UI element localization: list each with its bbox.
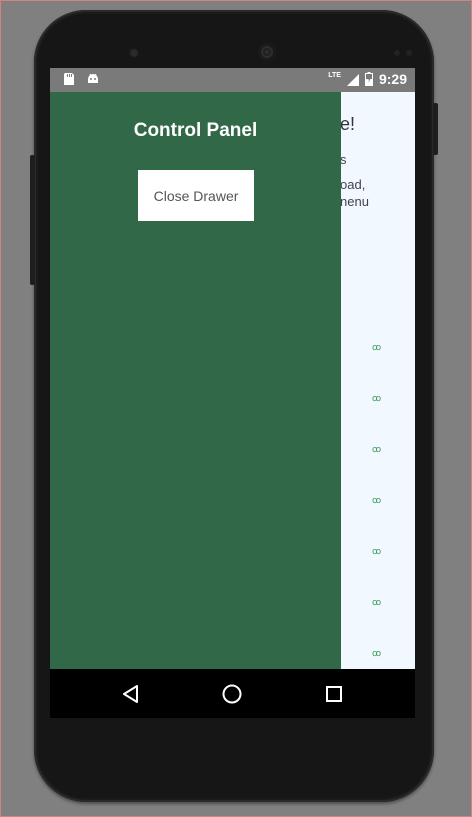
navigation-drawer: Control Panel Close Drawer	[50, 92, 341, 669]
status-bar: LTE 9:29	[50, 68, 415, 92]
status-right-group: LTE 9:29	[328, 71, 407, 87]
list-glyph-icon: ꝏ	[372, 393, 382, 403]
list-glyph-icon: ꝏ	[372, 648, 382, 658]
navigation-bar	[50, 669, 415, 718]
battery-charging-icon	[364, 72, 373, 86]
close-drawer-button[interactable]: Close Drawer	[138, 170, 254, 221]
list-glyph-icon: ꝏ	[372, 342, 382, 352]
list-glyph-icon: ꝏ	[372, 597, 382, 607]
sd-card-icon	[64, 73, 74, 85]
earpiece-speaker-icon	[258, 43, 276, 61]
drawer-title: Control Panel	[133, 120, 258, 141]
power-button[interactable]	[433, 103, 438, 155]
background-text-fragment: nenu	[340, 194, 369, 209]
device-screen: LTE 9:29 e! s oad, nenu ꝏ ꝏ ꝏ ꝏ ꝏ ꝏ ꝏ Co…	[50, 68, 415, 718]
network-type-label: LTE	[328, 71, 341, 79]
volume-rocker[interactable]	[30, 155, 35, 285]
list-glyph-icon: ꝏ	[372, 444, 382, 454]
background-text-fragment: oad,	[340, 177, 366, 192]
light-sensor-icon	[406, 50, 412, 56]
front-camera-icon	[129, 48, 139, 58]
list-glyph-icon: ꝏ	[372, 546, 382, 556]
home-icon[interactable]	[219, 681, 245, 707]
proximity-sensor-icon	[394, 50, 400, 56]
status-time: 9:29	[378, 71, 407, 87]
android-debug-icon	[88, 73, 98, 83]
background-title-fragment: e!	[340, 114, 356, 134]
back-icon[interactable]	[118, 681, 144, 707]
signal-icon	[346, 74, 359, 86]
recents-icon[interactable]	[321, 681, 347, 707]
list-glyph-icon: ꝏ	[372, 495, 382, 505]
main-content: e! s oad, nenu ꝏ ꝏ ꝏ ꝏ ꝏ ꝏ ꝏ Control Pan…	[50, 92, 415, 669]
